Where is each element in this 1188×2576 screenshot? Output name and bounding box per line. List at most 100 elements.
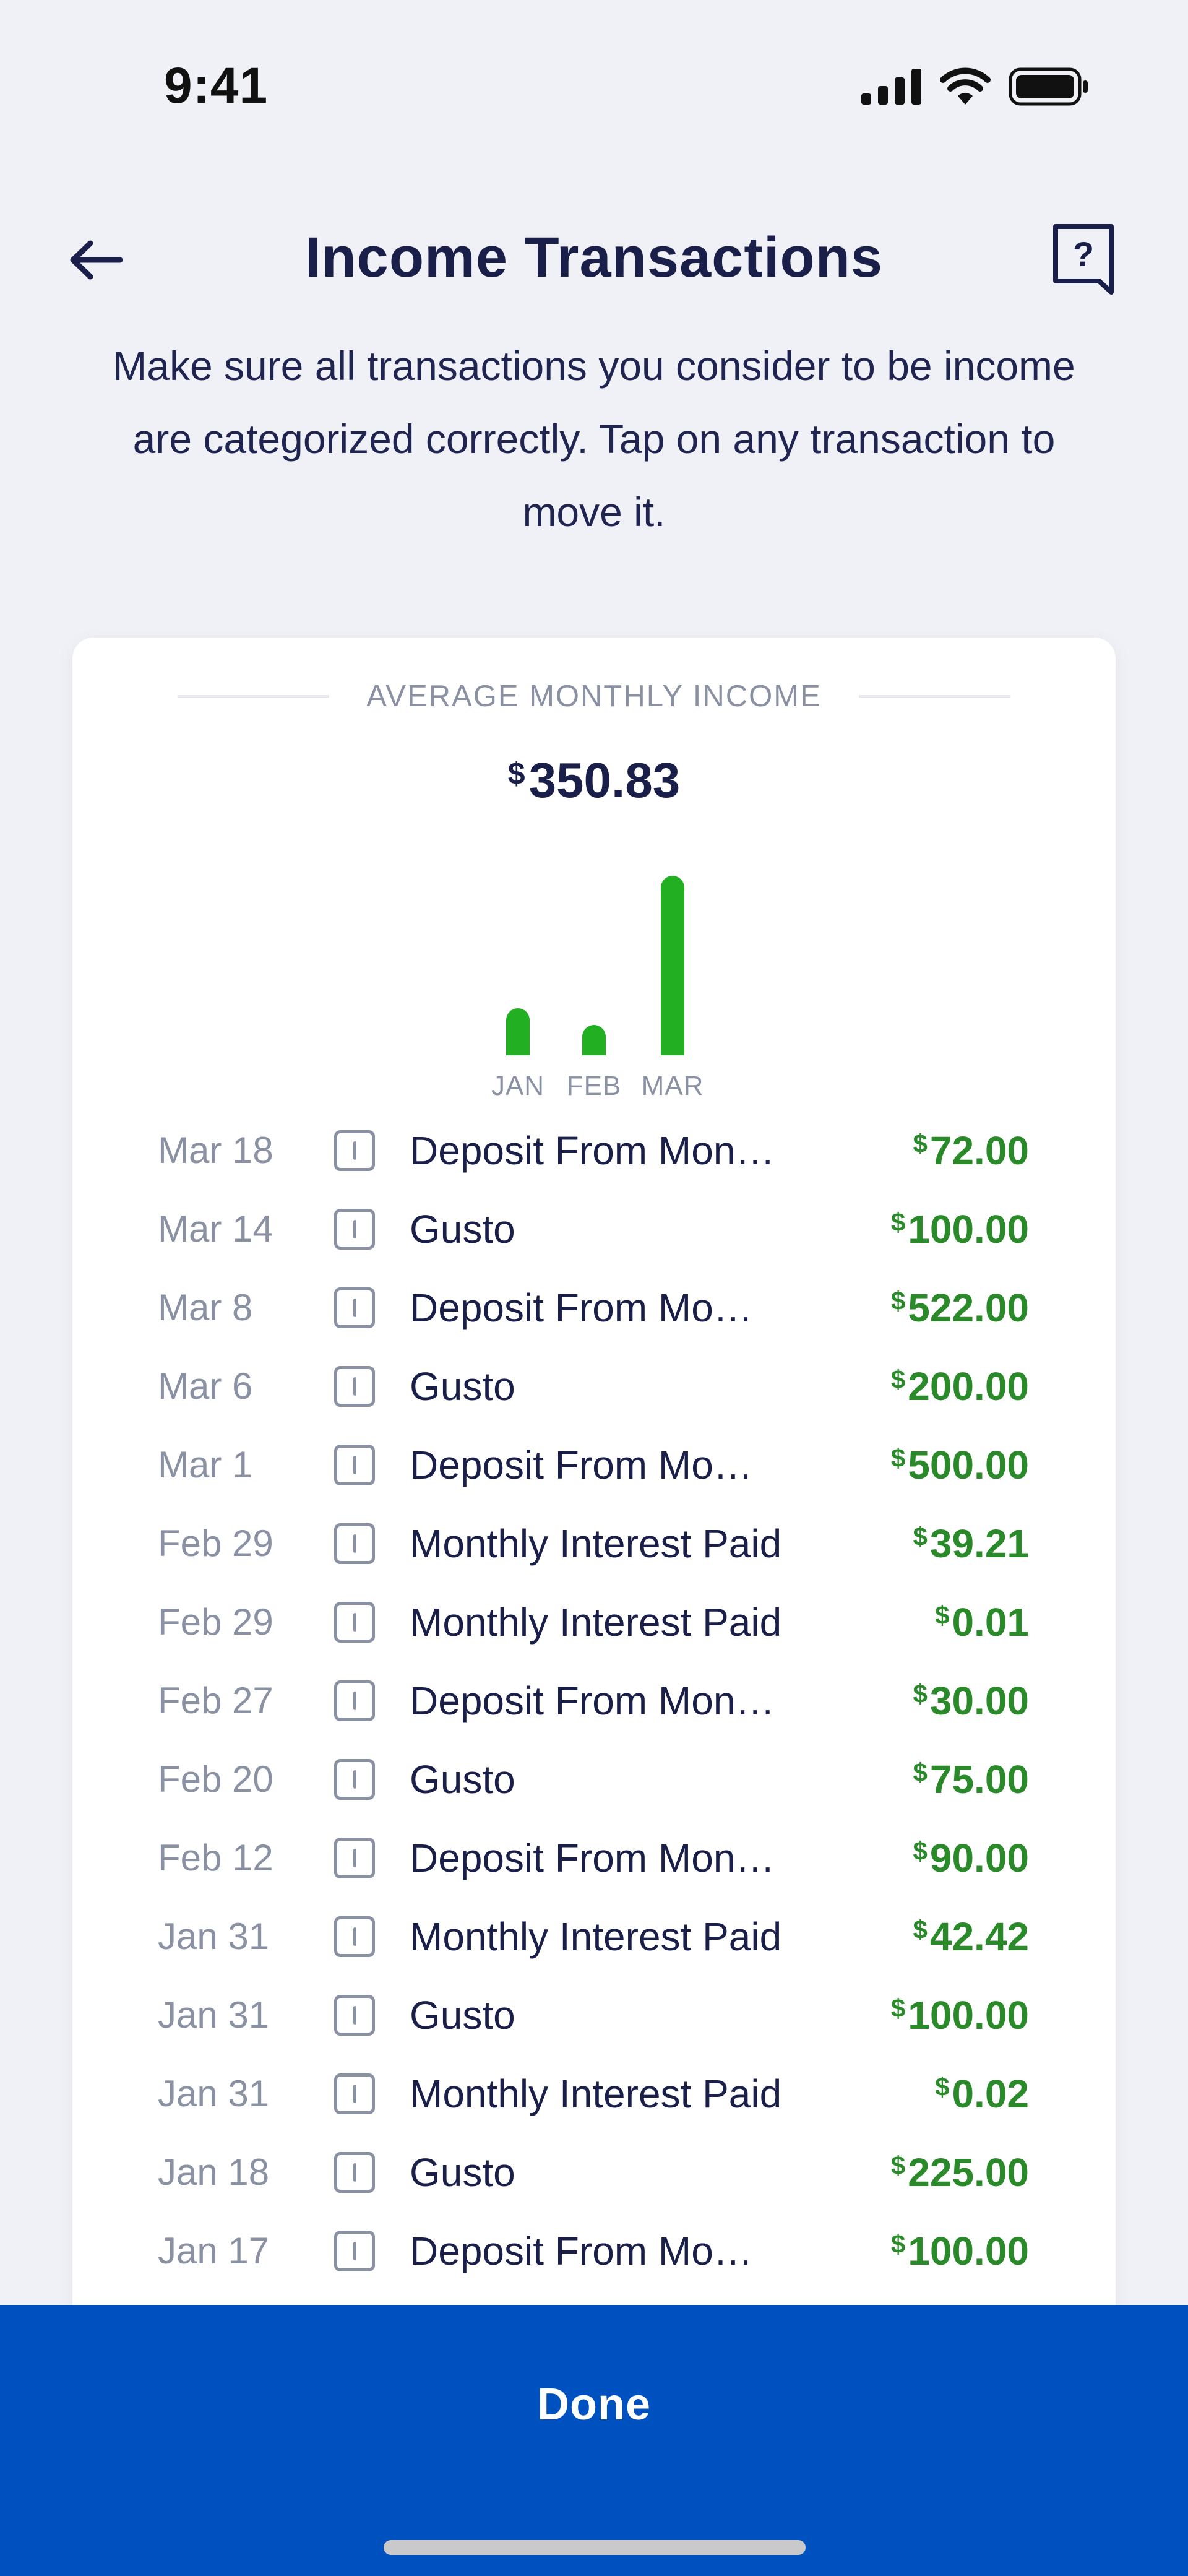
transaction-row[interactable]: Feb 27 Deposit From Mon… $30.00 <box>72 1661 1116 1740</box>
transaction-amount-value: 500.00 <box>908 1442 1029 1487</box>
currency-symbol: $ <box>890 1364 906 1394</box>
chart-label-mar: MAR <box>641 1071 704 1101</box>
transaction-amount: $225.00 <box>891 2150 1029 2195</box>
currency-symbol: $ <box>913 1836 928 1865</box>
income-card: AVERAGE MONTHLY INCOME $350.83 JAN FEB MAR… <box>72 638 1116 2494</box>
transaction-row[interactable]: Mar 14 Gusto $100.00 <box>72 1190 1116 1268</box>
transaction-name: Gusto <box>410 1992 515 2038</box>
transaction-row[interactable]: Mar 6 Gusto $200.00 <box>72 1347 1116 1425</box>
transaction-row[interactable]: Jan 18 Gusto $225.00 <box>72 2133 1116 2211</box>
transaction-row[interactable]: Mar 18 Deposit From Mon… $72.00 <box>72 1111 1116 1190</box>
transaction-row[interactable]: Jan 31 Monthly Interest Paid $0.02 <box>72 2054 1116 2133</box>
income-category-icon <box>334 1130 375 1171</box>
transaction-name: Gusto <box>410 1364 515 1409</box>
transaction-date: Mar 8 <box>158 1287 253 1328</box>
transaction-name: Monthly Interest Paid <box>410 1914 782 1959</box>
currency-symbol: $ <box>890 2150 906 2180</box>
transaction-amount-value: 42.42 <box>929 1914 1029 1959</box>
transaction-amount-value: 30.00 <box>929 1678 1029 1723</box>
transaction-name: Gusto <box>410 2150 515 2195</box>
transaction-date: Mar 18 <box>158 1130 273 1171</box>
income-category-icon <box>334 1444 375 1485</box>
transaction-amount: $0.02 <box>935 2071 1029 2117</box>
status-icons <box>861 65 1089 108</box>
transaction-name: Gusto <box>410 1206 515 1251</box>
transaction-row[interactable]: Mar 1 Deposit From Mo… $500.00 <box>72 1425 1116 1504</box>
transaction-row[interactable]: Feb 29 Monthly Interest Paid $39.21 <box>72 1504 1116 1583</box>
income-category-icon <box>334 2230 375 2271</box>
transaction-row[interactable]: Jan 31 Gusto $100.00 <box>72 1976 1116 2054</box>
summary-header: AVERAGE MONTHLY INCOME <box>72 675 1116 718</box>
income-category-icon <box>334 2151 375 2193</box>
transaction-date: Feb 20 <box>158 1758 273 1800</box>
transaction-amount-value: 100.00 <box>908 1992 1029 2038</box>
transaction-amount-value: 0.02 <box>952 2071 1029 2116</box>
currency-symbol: $ <box>507 756 525 791</box>
help-chat-icon: ? <box>1053 224 1114 295</box>
transaction-amount-value: 90.00 <box>929 1835 1029 1880</box>
transaction-name: Deposit From Mo… <box>410 1442 753 1487</box>
currency-symbol: $ <box>890 2229 906 2258</box>
transaction-row[interactable]: Jan 31 Monthly Interest Paid $42.42 <box>72 1897 1116 1976</box>
divider-right <box>858 694 1010 698</box>
help-button[interactable]: ? <box>1052 223 1120 297</box>
instruction-text: Make sure all transactions you consider … <box>113 343 1075 535</box>
transaction-name: Deposit From Mo… <box>410 1285 753 1330</box>
transaction-amount: $100.00 <box>891 1206 1029 1252</box>
done-button[interactable]: Done <box>0 2305 1188 2576</box>
transaction-row[interactable]: Feb 20 Gusto $75.00 <box>72 1740 1116 1818</box>
currency-symbol: $ <box>890 1207 906 1237</box>
income-category-icon <box>334 1758 375 1800</box>
transaction-name: Deposit From Mo… <box>410 2228 753 2273</box>
summary-amount-value: 350.83 <box>528 753 681 808</box>
page-title: Income Transactions <box>304 226 884 289</box>
income-category-icon <box>334 1287 375 1328</box>
income-category-icon <box>334 2073 375 2114</box>
income-category-icon <box>334 1994 375 2036</box>
transaction-name: Gusto <box>410 1757 515 1802</box>
income-category-icon <box>334 1837 375 1878</box>
summary-label: AVERAGE MONTHLY INCOME <box>366 680 822 713</box>
chart-bar-mar <box>661 876 684 1055</box>
wifi-icon <box>940 67 991 105</box>
transaction-name: Deposit From Mon… <box>410 1128 775 1173</box>
currency-symbol: $ <box>913 1128 928 1158</box>
chart-label-jan: JAN <box>491 1071 545 1101</box>
transaction-row[interactable]: Feb 12 Deposit From Mon… $90.00 <box>72 1818 1116 1897</box>
transaction-amount-value: 100.00 <box>908 1206 1029 1251</box>
currency-symbol: $ <box>913 1679 928 1708</box>
transaction-amount: $500.00 <box>891 1442 1029 1488</box>
transaction-amount: $522.00 <box>891 1285 1029 1331</box>
transaction-amount-value: 225.00 <box>908 2150 1029 2195</box>
transaction-row[interactable]: Feb 29 Monthly Interest Paid $0.01 <box>72 1583 1116 1661</box>
transaction-name: Deposit From Mon… <box>410 1678 775 1723</box>
transaction-amount: $200.00 <box>891 1364 1029 1409</box>
transaction-name: Monthly Interest Paid <box>410 2071 782 2116</box>
status-time: 9:41 <box>164 58 269 114</box>
currency-symbol: $ <box>890 1993 906 2023</box>
transaction-date: Feb 29 <box>158 1601 273 1643</box>
transaction-amount-value: 200.00 <box>908 1364 1029 1409</box>
income-category-icon <box>334 1365 375 1407</box>
transaction-amount: $100.00 <box>891 1992 1029 2038</box>
transaction-amount: $0.01 <box>935 1599 1029 1645</box>
transaction-amount: $100.00 <box>891 2228 1029 2274</box>
transaction-row[interactable]: Mar 8 Deposit From Mo… $522.00 <box>72 1268 1116 1347</box>
transaction-list: Mar 18 Deposit From Mon… $72.00 Mar 14 Gusto… <box>72 1111 1116 2290</box>
home-indicator <box>384 2540 806 2555</box>
transaction-amount-value: 100.00 <box>908 2228 1029 2273</box>
monthly-income-chart: JAN FEB MAR <box>72 842 1116 1114</box>
transaction-amount: $39.21 <box>913 1521 1029 1567</box>
income-category-icon <box>334 1680 375 1721</box>
chart-bar-feb <box>582 1025 606 1055</box>
transaction-amount: $75.00 <box>913 1757 1029 1802</box>
transaction-date: Mar 1 <box>158 1444 253 1485</box>
transaction-row[interactable]: Jan 17 Deposit From Mo… $100.00 <box>72 2211 1116 2290</box>
currency-symbol: $ <box>890 1286 906 1315</box>
summary-amount: $350.83 <box>72 752 1116 809</box>
transaction-date: Jan 31 <box>158 1994 270 2036</box>
transaction-amount-value: 72.00 <box>929 1128 1029 1173</box>
header: Income Transactions ? <box>0 204 1188 303</box>
income-category-icon <box>334 1523 375 1564</box>
transaction-amount: $30.00 <box>913 1678 1029 1724</box>
